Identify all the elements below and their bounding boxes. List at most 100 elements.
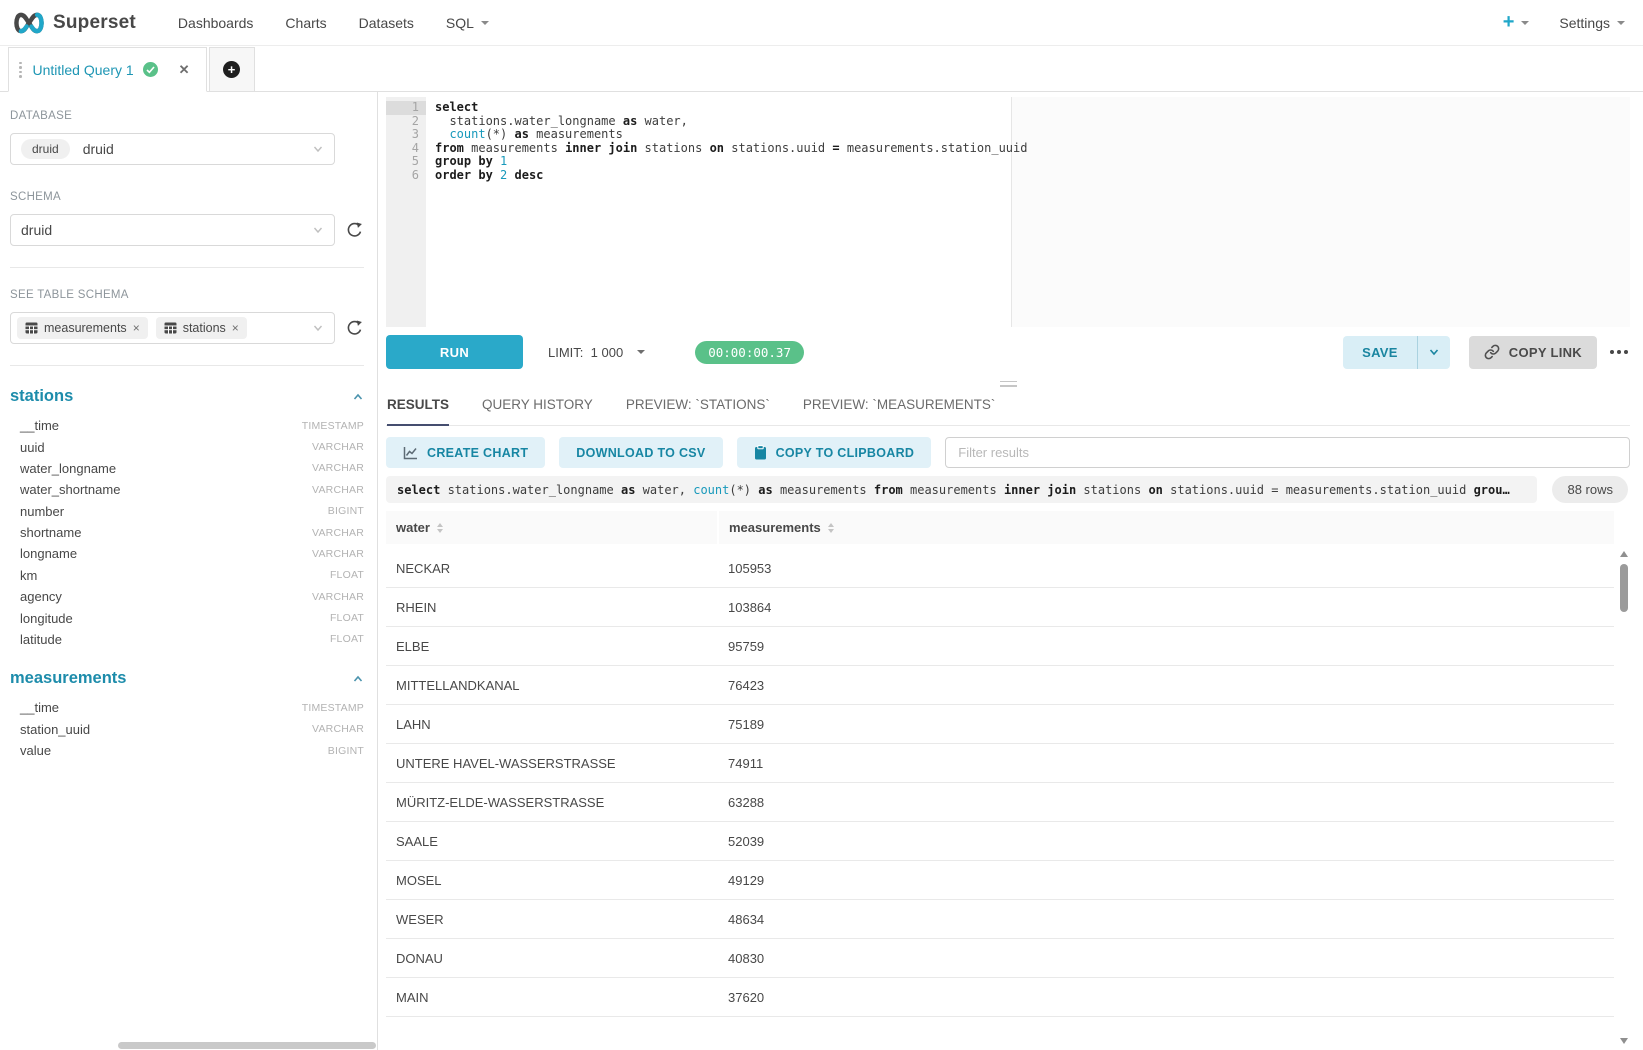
column-type: TIMESTAMP xyxy=(302,702,364,714)
new-menu-button[interactable]: + xyxy=(1503,11,1530,34)
results-table: watermeasurements NECKAR105953RHEIN10386… xyxy=(386,511,1614,1050)
code-line: order by 2 desc xyxy=(435,169,1630,183)
table-row: MÜRITZ-ELDE-WASSERSTRASSE63288 xyxy=(386,783,1614,822)
schema-label: SCHEMA xyxy=(10,191,364,203)
pane-resize-handle[interactable] xyxy=(386,377,1630,390)
new-tab-button[interactable]: + xyxy=(209,47,255,92)
results-tab-query-history[interactable]: QUERY HISTORY xyxy=(482,397,593,425)
more-options-button[interactable] xyxy=(1608,344,1630,360)
column-row-uuid: uuidVARCHAR xyxy=(10,436,364,457)
nav-item-dashboards[interactable]: Dashboards xyxy=(178,15,254,31)
column-row-latitude: latitudeFLOAT xyxy=(10,629,364,650)
column-type: FLOAT xyxy=(330,569,364,581)
create-chart-button[interactable]: CREATE CHART xyxy=(386,437,545,468)
column-row-longitude: longitudeFLOAT xyxy=(10,607,364,628)
download-csv-button[interactable]: DOWNLOAD TO CSV xyxy=(559,437,722,468)
scrollbar-thumb[interactable] xyxy=(1620,564,1628,612)
table-icon xyxy=(164,322,177,334)
cell-measurements: 48634 xyxy=(718,900,1614,939)
code-line: group by 1 xyxy=(435,155,1630,169)
cell-water: MOSEL xyxy=(386,861,718,900)
table-row: UNTERE HAVEL-WASSERSTRASSE74911 xyxy=(386,744,1614,783)
nav-item-datasets[interactable]: Datasets xyxy=(359,15,414,31)
limit-dropdown[interactable]: LIMIT: 1 000 xyxy=(548,345,645,360)
scroll-up-arrow-icon[interactable] xyxy=(1620,551,1628,557)
table-chip-measurements[interactable]: measurements× xyxy=(17,317,148,339)
results-vertical-scrollbar[interactable] xyxy=(1617,547,1630,1050)
chip-remove-icon[interactable]: × xyxy=(133,321,140,335)
database-select[interactable]: druid druid xyxy=(10,133,335,165)
column-type: VARCHAR xyxy=(312,462,364,474)
column-row-station-uuid: station_uuidVARCHAR xyxy=(10,719,364,740)
column-header-measurements[interactable]: measurements xyxy=(718,511,1614,547)
nav-items: Dashboards Charts Datasets xyxy=(162,15,430,31)
sql-editor[interactable]: 123456 select stations.water_longname as… xyxy=(386,97,1630,327)
results-tab-preview-measurements[interactable]: PREVIEW: `MEASUREMENTS` xyxy=(803,397,996,425)
tab-drag-handle-icon[interactable] xyxy=(19,62,22,78)
query-tab[interactable]: Untitled Query 1 ✕ xyxy=(8,47,207,92)
code-line: count(*) as measurements xyxy=(435,128,1630,142)
table-header-measurements[interactable]: measurements xyxy=(10,669,364,688)
collapse-chevron-icon[interactable] xyxy=(352,673,364,685)
table-chip-stations[interactable]: stations× xyxy=(156,317,247,339)
run-button[interactable]: RUN xyxy=(386,335,523,369)
column-row-longname: longnameVARCHAR xyxy=(10,543,364,564)
sort-icon[interactable] xyxy=(437,523,443,533)
column-name: water_shortname xyxy=(20,482,120,497)
cell-water: MÜRITZ-ELDE-WASSERSTRASSE xyxy=(386,783,718,822)
table-row: MOSEL49129 xyxy=(386,861,1614,900)
close-tab-icon[interactable]: ✕ xyxy=(179,62,190,78)
settings-menu[interactable]: Settings xyxy=(1559,15,1625,31)
column-name: number xyxy=(20,504,64,519)
chevron-down-icon xyxy=(312,322,324,334)
column-header-water[interactable]: water xyxy=(386,511,718,547)
schema-select[interactable]: druid xyxy=(10,214,335,246)
column-name: __time xyxy=(20,700,59,715)
query-preview-bar[interactable]: select stations.water_longname as water,… xyxy=(386,476,1537,503)
top-nav: Superset DashboardsChartsDatasets SQL + … xyxy=(0,0,1643,46)
column-name: uuid xyxy=(20,440,45,455)
results-table-body: NECKAR105953RHEIN103864ELBE95759MITTELLA… xyxy=(386,547,1614,1050)
superset-logo[interactable]: Superset xyxy=(12,11,136,35)
results-header-row: watermeasurements xyxy=(386,511,1614,547)
column-row-water-longname: water_longnameVARCHAR xyxy=(10,458,364,479)
results-tab-preview-stations[interactable]: PREVIEW: `STATIONS` xyxy=(626,397,770,425)
column-row-km: km FLOAT xyxy=(10,565,364,586)
refresh-schemas-icon[interactable] xyxy=(345,221,364,240)
nav-item-sql[interactable]: SQL xyxy=(446,15,489,31)
cell-measurements: 63288 xyxy=(718,783,1614,822)
editor-gutter: 123456 xyxy=(386,97,426,327)
editor-code[interactable]: select stations.water_longname as water,… xyxy=(426,97,1630,327)
editor-lines: select stations.water_longname as water,… xyxy=(435,101,1630,183)
column-type: VARCHAR xyxy=(312,723,364,735)
collapse-chevron-icon[interactable] xyxy=(352,391,364,403)
save-button[interactable]: SAVE xyxy=(1343,336,1417,369)
copy-link-button[interactable]: COPY LINK xyxy=(1469,336,1597,369)
sidebar-horizontal-scrollbar[interactable] xyxy=(118,1042,376,1049)
scroll-down-arrow-icon[interactable] xyxy=(1620,1038,1628,1044)
sort-icon[interactable] xyxy=(828,523,834,533)
query-tab-strip: Untitled Query 1 ✕ + xyxy=(0,46,1643,92)
brand-name: Superset xyxy=(53,12,136,34)
chevron-down-icon xyxy=(312,224,324,236)
table-header-stations[interactable]: stations xyxy=(10,387,364,406)
chip-remove-icon[interactable]: × xyxy=(232,321,239,335)
table-row: LAHN75189 xyxy=(386,705,1614,744)
table-chips: measurements× stations× xyxy=(17,317,255,339)
filter-results-input[interactable] xyxy=(945,437,1630,468)
table-select[interactable]: measurements× stations× xyxy=(10,312,335,344)
refresh-tables-icon[interactable] xyxy=(345,319,364,338)
cell-measurements: 52039 xyxy=(718,822,1614,861)
line-number: 6 xyxy=(386,169,426,183)
column-name: km xyxy=(20,568,37,583)
column-row-number: numberBIGINT xyxy=(10,501,364,522)
column-type: BIGINT xyxy=(328,745,364,757)
cell-water: MAIN xyxy=(386,978,718,1017)
save-dropdown-button[interactable] xyxy=(1417,336,1450,369)
results-tab-results[interactable]: RESULTS xyxy=(387,397,449,426)
superset-logo-icon xyxy=(12,11,46,35)
nav-item-charts[interactable]: Charts xyxy=(285,15,326,31)
copy-clipboard-button[interactable]: COPY TO CLIPBOARD xyxy=(737,437,932,468)
code-line: from measurements inner join stations on… xyxy=(435,142,1630,156)
column-type: TIMESTAMP xyxy=(302,420,364,432)
